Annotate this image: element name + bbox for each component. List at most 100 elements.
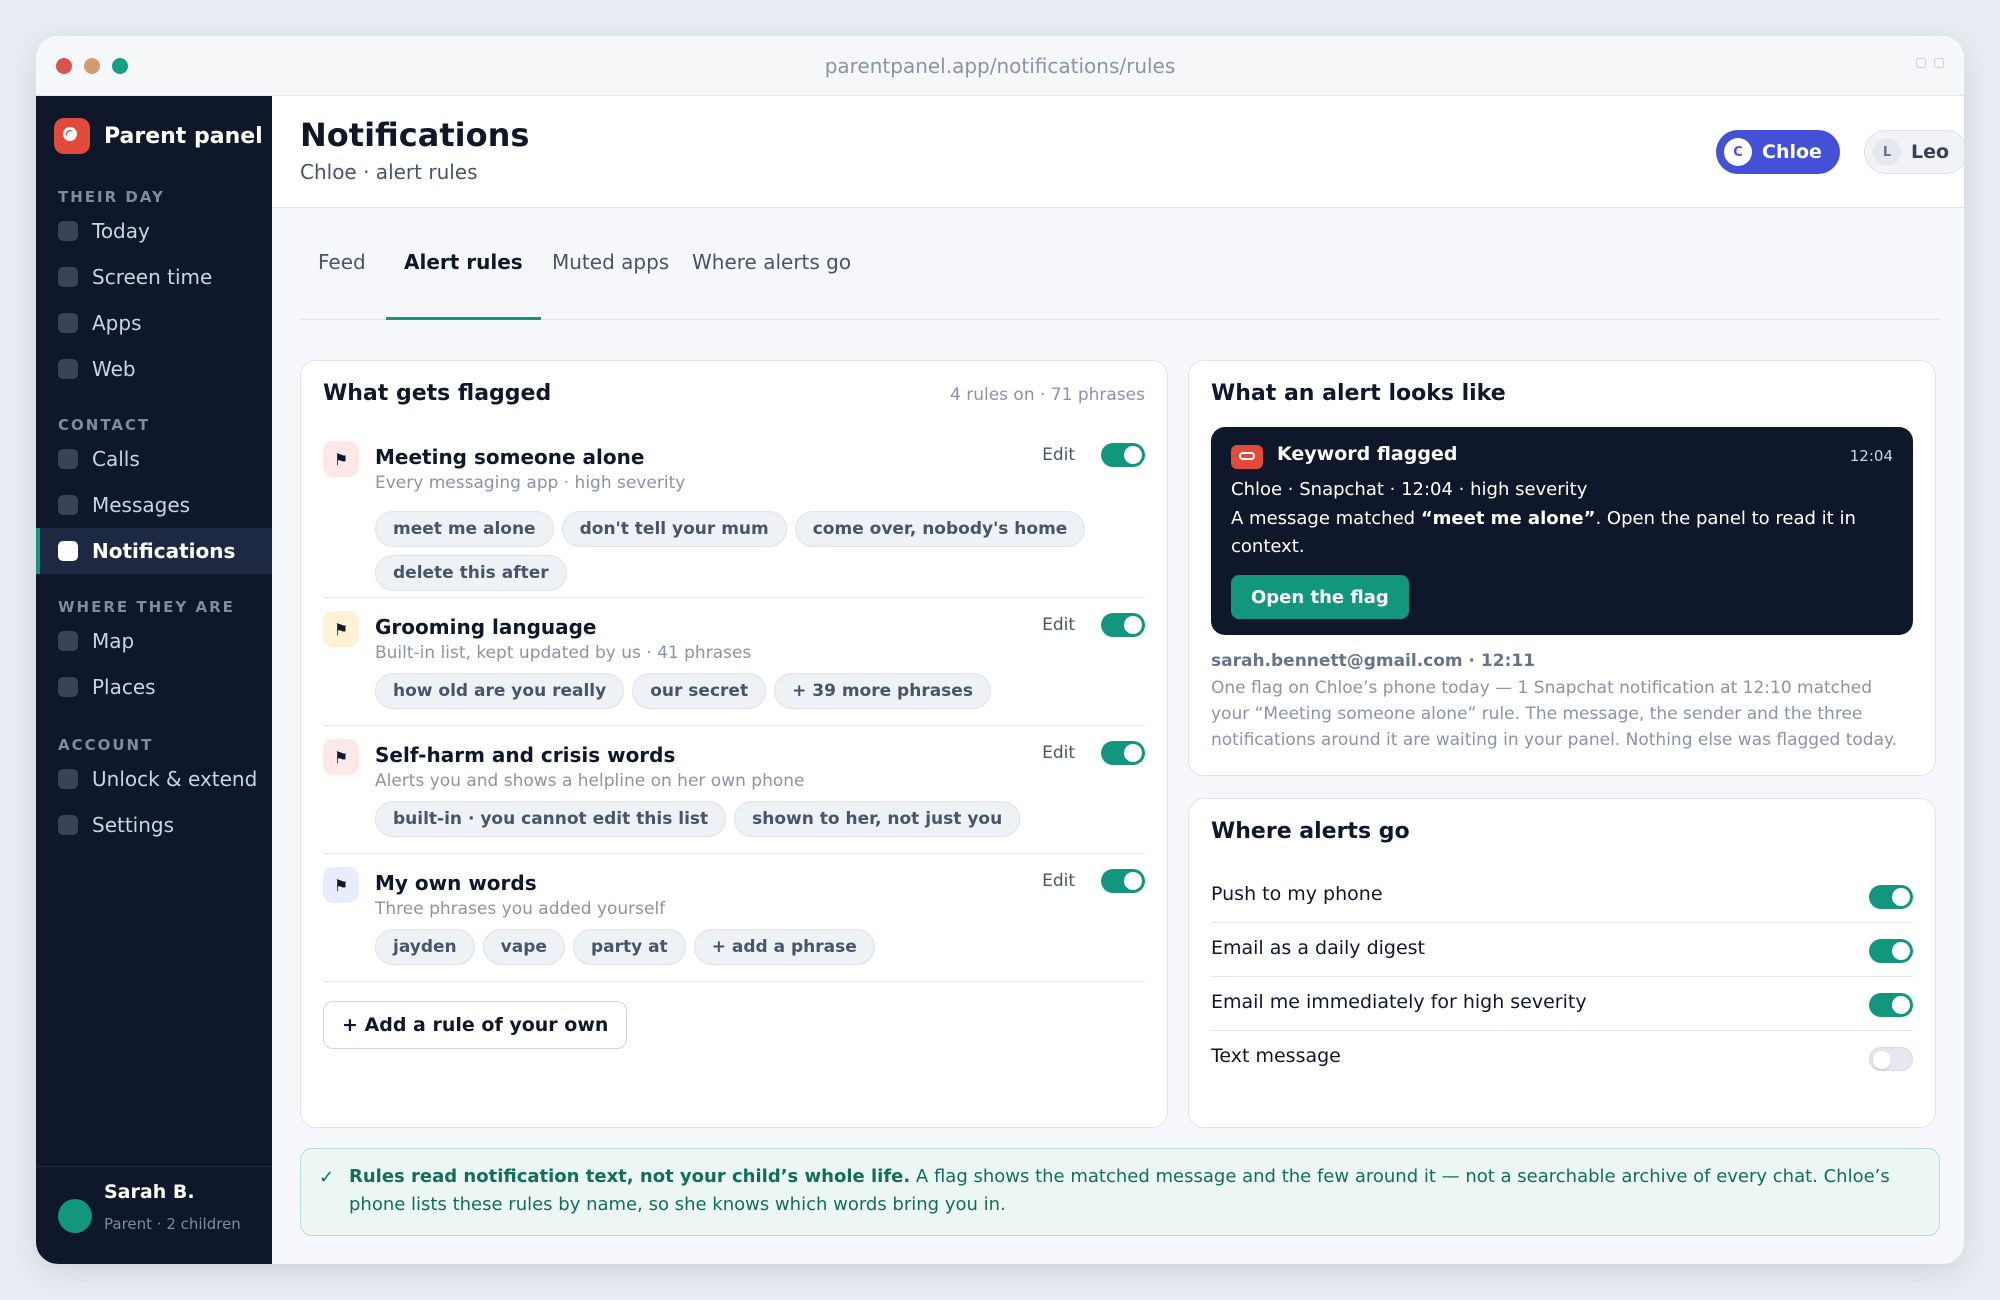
page-title: Notifications xyxy=(300,116,530,154)
destination-label: Push to my phone xyxy=(1211,883,1383,905)
sidebar-item-messages[interactable]: Messages xyxy=(36,482,272,528)
sidebar-item-label: Apps xyxy=(92,311,142,335)
rule-description: Alerts you and shows a helpline on her o… xyxy=(375,771,805,791)
account-footer[interactable]: Sarah B. Parent · 2 children xyxy=(36,1166,272,1264)
add-rule-button[interactable]: + Add a rule of your own xyxy=(323,1001,628,1049)
apps-icon xyxy=(58,313,78,333)
phrase-chip[interactable]: meet me alone xyxy=(375,511,554,547)
sidebar-item-apps[interactable]: Apps xyxy=(36,300,272,346)
phrase-chip[interactable]: our secret xyxy=(632,673,767,709)
sidebar-item-notifications[interactable]: Notifications xyxy=(36,528,272,574)
immediate-email-toggle[interactable] xyxy=(1869,993,1913,1017)
sidebar-item-map[interactable]: Map xyxy=(36,618,272,664)
flag-icon: ⚑ xyxy=(323,611,359,647)
sidebar-item-label: Places xyxy=(92,675,156,699)
sidebar-item-calls[interactable]: Calls xyxy=(36,436,272,482)
phrase-chips: meet me alone don't tell your mum come o… xyxy=(375,511,1095,591)
today-icon xyxy=(58,221,78,241)
destination-label: Email as a daily digest xyxy=(1211,937,1426,959)
sidebar-item-label: Unlock & extend xyxy=(92,767,258,791)
sidebar-item-screen-time[interactable]: Screen time xyxy=(36,254,272,300)
nav-section-contact: CONTACT xyxy=(58,416,151,434)
add-phrase-button[interactable]: + add a phrase xyxy=(693,929,875,965)
sidebar-item-label: Map xyxy=(92,629,135,653)
settings-icon xyxy=(58,815,78,835)
digest-toggle[interactable] xyxy=(1869,939,1913,963)
rule-description: Built-in list, kept updated by us · 41 p… xyxy=(375,643,752,663)
notifications-icon xyxy=(58,541,78,561)
alert-preview-card: What an alert looks like Keyword flagged… xyxy=(1188,360,1936,776)
tab-feed[interactable]: Feed xyxy=(300,250,384,320)
page-subtitle: Chloe · alert rules xyxy=(300,160,478,184)
rule-self-harm-crisis-words: ⚑ Self-harm and crisis words Alerts you … xyxy=(323,739,1145,849)
rule-description: Three phrases you added yourself xyxy=(375,899,666,919)
tab-where-alerts-go[interactable]: Where alerts go xyxy=(674,250,869,320)
sidebar-item-places[interactable]: Places xyxy=(36,664,272,710)
rule-toggle[interactable] xyxy=(1101,869,1145,893)
keyword-flag-icon xyxy=(1231,445,1263,469)
destination-immediate-email: Email me immediately for high severity xyxy=(1211,977,1913,1031)
nav-section-account: ACCOUNT xyxy=(58,736,154,754)
sidebar-item-label: Notifications xyxy=(92,539,236,563)
rule-title: Self-harm and crisis words xyxy=(375,743,676,767)
phrase-chip[interactable]: party at xyxy=(572,929,686,965)
rule-edit-link[interactable]: Edit xyxy=(1042,743,1075,763)
divider xyxy=(323,853,1145,854)
rule-edit-link[interactable]: Edit xyxy=(1042,445,1075,465)
child-switch-leo[interactable]: L Leo xyxy=(1864,130,1964,174)
banner-heading: Rules read notification text, not your c… xyxy=(349,1166,911,1187)
tab-alert-rules[interactable]: Alert rules xyxy=(386,250,541,320)
tab-muted-apps[interactable]: Muted apps xyxy=(534,250,687,320)
nav-section-their-day: THEIR DAY xyxy=(58,188,165,206)
flag-icon: ⚑ xyxy=(323,867,359,903)
sidebar-item-unlock-extend[interactable]: Unlock & extend xyxy=(36,756,272,802)
alert-meta: Chloe · Snapchat · 12:04 · high severity xyxy=(1231,479,1588,500)
brand[interactable]: Parent panel xyxy=(54,118,263,154)
more-phrases-chip[interactable]: + 39 more phrases xyxy=(774,673,991,709)
phrase-chip[interactable]: don't tell your mum xyxy=(561,511,787,547)
alert-destinations-card: Where alerts go Push to my phone Email a… xyxy=(1188,798,1936,1128)
destination-push: Push to my phone xyxy=(1211,869,1913,923)
tile-icon xyxy=(1934,58,1944,68)
divider xyxy=(323,597,1145,598)
rule-edit-link[interactable]: Edit xyxy=(1042,871,1075,891)
rule-toggle[interactable] xyxy=(1101,613,1145,637)
rules-card: What gets flagged 4 rules on · 71 phrase… xyxy=(300,360,1168,1128)
alert-time: 12:04 xyxy=(1849,447,1893,465)
rule-toggle[interactable] xyxy=(1101,741,1145,765)
page-header: Notifications Chloe · alert rules C Chlo… xyxy=(272,96,1964,208)
rule-edit-link[interactable]: Edit xyxy=(1042,615,1075,635)
user-name: Sarah B. xyxy=(104,1181,195,1203)
phrase-chip[interactable]: come over, nobody's home xyxy=(794,511,1086,547)
destination-text-message: Text message xyxy=(1211,1031,1913,1085)
address-bar[interactable]: parentpanel.app/notifications/rules xyxy=(36,54,1964,78)
rule-toggle[interactable] xyxy=(1101,443,1145,467)
text-message-toggle[interactable] xyxy=(1869,1047,1913,1071)
destination-label: Email me immediately for high severity xyxy=(1211,991,1587,1013)
child-name: Leo xyxy=(1911,141,1950,163)
phrase-chips: jayden vape party at + add a phrase xyxy=(375,929,1095,965)
phrase-chip[interactable]: jayden xyxy=(375,929,475,965)
info-chip: built-in · you cannot edit this list xyxy=(375,801,727,837)
sidebar-item-label: Today xyxy=(92,219,150,243)
sidebar-item-today[interactable]: Today xyxy=(36,208,272,254)
rule-grooming-language: ⚑ Grooming language Built-in list, kept … xyxy=(323,611,1145,721)
rule-title: Grooming language xyxy=(375,615,597,639)
sidebar-item-settings[interactable]: Settings xyxy=(36,802,272,848)
push-toggle[interactable] xyxy=(1869,885,1913,909)
phrase-chip[interactable]: delete this after xyxy=(375,555,567,591)
rules-summary: 4 rules on · 71 phrases xyxy=(950,385,1145,405)
flag-icon: ⚑ xyxy=(323,739,359,775)
divider xyxy=(323,725,1145,726)
open-flag-button[interactable]: Open the flag xyxy=(1231,575,1409,619)
child-switch-chloe[interactable]: C Chloe xyxy=(1716,130,1840,174)
phrase-chip[interactable]: how old are you really xyxy=(375,673,625,709)
alert-notification-preview: Keyword flagged 12:04 Chloe · Snapchat ·… xyxy=(1211,427,1913,635)
places-icon xyxy=(58,677,78,697)
sidebar-item-web[interactable]: Web xyxy=(36,346,272,392)
phrase-chips: built-in · you cannot edit this list sho… xyxy=(375,801,1095,837)
rule-meeting-someone-alone: ⚑ Meeting someone alone Every messaging … xyxy=(323,441,1145,591)
phrase-chip[interactable]: vape xyxy=(482,929,565,965)
rules-card-title: What gets flagged xyxy=(323,381,552,406)
rule-title: Meeting someone alone xyxy=(375,445,645,469)
